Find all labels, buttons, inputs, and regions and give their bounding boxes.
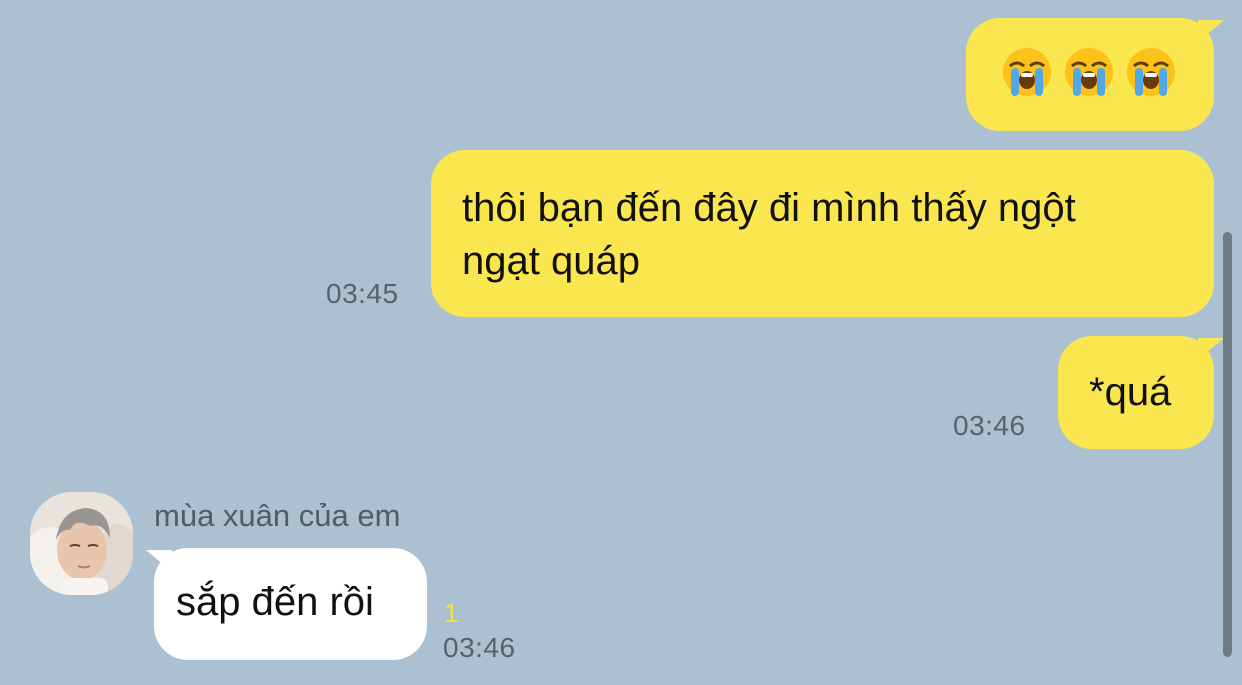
loudly-crying-face-icon bbox=[1065, 48, 1113, 96]
my-message-bubble[interactable]: *quá bbox=[1058, 336, 1214, 449]
my-message-emoji[interactable] bbox=[966, 18, 1214, 131]
their-message-bubble[interactable]: sắp đến rồi bbox=[154, 548, 427, 660]
message-text: sắp đến rồi bbox=[176, 580, 374, 624]
message-time: 03:46 bbox=[443, 632, 516, 663]
message-text: thôi bạn đến đây đi mình thấy ngột ngạt … bbox=[462, 186, 1076, 283]
message-time: 03:45 bbox=[326, 278, 399, 309]
unread-count: 1 bbox=[444, 598, 459, 628]
scrollbar[interactable] bbox=[1223, 232, 1232, 657]
avatar[interactable] bbox=[30, 492, 133, 595]
profile-photo bbox=[30, 492, 133, 595]
loudly-crying-face-icon bbox=[1003, 48, 1051, 96]
my-message-bubble[interactable]: thôi bạn đến đây đi mình thấy ngột ngạt … bbox=[431, 150, 1214, 317]
loudly-crying-face-icon bbox=[1127, 48, 1175, 96]
chat-room: thôi bạn đến đây đi mình thấy ngột ngạt … bbox=[0, 0, 1242, 685]
message-time: 03:46 bbox=[953, 410, 1026, 441]
sender-name: mùa xuân của em bbox=[154, 498, 401, 533]
message-text: *quá bbox=[1089, 370, 1172, 414]
